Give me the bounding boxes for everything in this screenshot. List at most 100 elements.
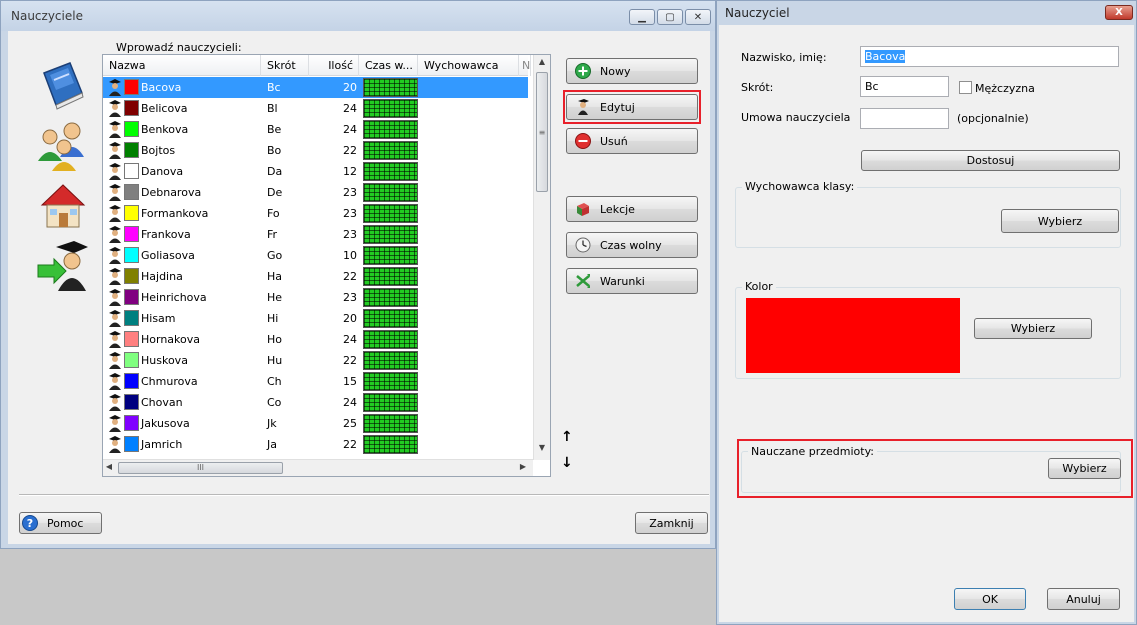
- teacher-name-cell: Formankova: [141, 207, 209, 220]
- teacher-name-cell: Hajdina: [141, 270, 183, 283]
- class-teacher-choose-button[interactable]: Wybierz: [1001, 209, 1119, 233]
- table-row[interactable]: Jakusova Jk 25: [103, 413, 528, 434]
- teacher-assign-icon[interactable]: [36, 239, 90, 293]
- table-row[interactable]: Bojtos Bo 22: [103, 140, 528, 161]
- teacher-icon: [109, 142, 121, 159]
- table-row[interactable]: Debnarova De 23: [103, 182, 528, 203]
- abbr-cell: Hi: [267, 312, 279, 325]
- scroll-up-icon[interactable]: ▲: [534, 57, 550, 66]
- teacher-icon: [109, 121, 121, 138]
- table-row[interactable]: Chmurova Ch 15: [103, 371, 528, 392]
- lessons-button[interactable]: Lekcje: [566, 196, 698, 222]
- table-row[interactable]: Bacova Bc 20: [103, 77, 528, 98]
- abbr-cell: Ha: [267, 270, 283, 283]
- time-grid-cell: [363, 204, 418, 223]
- customize-button[interactable]: Dostosuj: [861, 150, 1120, 171]
- abbr-field[interactable]: Bc: [860, 76, 949, 97]
- move-up-icon[interactable]: ↑: [561, 429, 573, 445]
- time-grid-cell: [363, 225, 418, 244]
- teacher-name-cell: Hisam: [141, 312, 176, 325]
- book-icon[interactable]: [36, 59, 90, 113]
- color-choose-button[interactable]: Wybierz: [974, 318, 1092, 339]
- column-header-abbr[interactable]: Skrót: [261, 55, 309, 76]
- dialog-close-button[interactable]: X: [1105, 5, 1133, 20]
- color-swatch: [124, 100, 139, 116]
- count-cell: 10: [343, 249, 357, 262]
- count-cell: 24: [343, 396, 357, 409]
- conditions-button[interactable]: Warunki: [566, 268, 698, 294]
- time-grid-cell: [363, 246, 418, 265]
- close-window-button[interactable]: Zamknij: [635, 512, 708, 534]
- time-grid-cell: [363, 99, 418, 118]
- plus-icon: [575, 63, 591, 79]
- teacher-name-cell: Bacova: [141, 81, 182, 94]
- ok-button[interactable]: OK: [954, 588, 1026, 610]
- male-checkbox[interactable]: [959, 81, 972, 94]
- scroll-left-icon[interactable]: ◀: [103, 462, 115, 471]
- teacher-icon: [109, 184, 121, 201]
- color-swatch: [124, 184, 139, 200]
- table-row[interactable]: Benkova Be 24: [103, 119, 528, 140]
- horizontal-scroll-thumb[interactable]: III: [118, 462, 283, 474]
- house-icon[interactable]: [36, 179, 90, 233]
- table-row[interactable]: Frankova Fr 23: [103, 224, 528, 245]
- time-grid-cell: [363, 78, 418, 97]
- table-row[interactable]: Danova Da 12: [103, 161, 528, 182]
- teacher-dialog: Nauczyciel X Nazwisko, imię: Bacova Skró…: [716, 0, 1137, 625]
- color-swatch: [124, 268, 139, 284]
- contract-field[interactable]: [860, 108, 949, 129]
- column-header-time[interactable]: Czas w...: [359, 55, 418, 76]
- color-group-title: Kolor: [742, 280, 776, 293]
- table-row[interactable]: Formankova Fo 23: [103, 203, 528, 224]
- scroll-right-icon[interactable]: ▶: [517, 462, 529, 471]
- maximize-button[interactable]: ▢: [657, 9, 683, 25]
- teachers-window: Nauczyciele ▁ ▢ ✕ Wprowadź nauczycieli: …: [0, 0, 716, 549]
- abbr-cell: Da: [267, 165, 283, 178]
- name-field[interactable]: Bacova: [860, 46, 1119, 67]
- close-window-button-label: Zamknij: [649, 516, 694, 530]
- table-row[interactable]: Hajdina Ha 22: [103, 266, 528, 287]
- abbr-cell: Ja: [267, 438, 277, 451]
- help-icon: ?: [22, 515, 38, 531]
- scroll-down-icon[interactable]: ▼: [534, 443, 550, 452]
- column-header-count[interactable]: Ilość: [309, 55, 359, 76]
- teacher-icon: [109, 163, 121, 180]
- free-time-button[interactable]: Czas wolny: [566, 232, 698, 258]
- count-cell: 22: [343, 144, 357, 157]
- column-header-name[interactable]: Nazwa: [103, 55, 261, 76]
- close-button[interactable]: ✕: [685, 9, 711, 25]
- vertical-scroll-thumb[interactable]: ≡: [536, 72, 548, 192]
- list-caption: Wprowadź nauczycieli:: [116, 41, 242, 54]
- people-icon[interactable]: [36, 119, 90, 173]
- table-row[interactable]: Jamrich Ja 22: [103, 434, 528, 455]
- table-header: Nazwa Skrót Ilość Czas w... Wychowawca N: [103, 55, 531, 76]
- subjects-choose-button[interactable]: Wybierz: [1048, 458, 1121, 479]
- table-row[interactable]: Hornakova Ho 24: [103, 329, 528, 350]
- teacher-name-cell: Goliasova: [141, 249, 195, 262]
- vertical-scrollbar[interactable]: ▲ ≡ ▼: [533, 55, 550, 460]
- delete-button[interactable]: Usuń: [566, 128, 698, 154]
- teacher-name-cell: Danova: [141, 165, 184, 178]
- cancel-button[interactable]: Anuluj: [1047, 588, 1120, 610]
- teacher-name-cell: Heinrichova: [141, 291, 207, 304]
- count-cell: 22: [343, 270, 357, 283]
- time-grid-cell: [363, 435, 418, 454]
- table-row[interactable]: Hisam Hi 20: [103, 308, 528, 329]
- table-row[interactable]: Goliasova Go 10: [103, 245, 528, 266]
- table-row[interactable]: Belicova Bl 24: [103, 98, 528, 119]
- new-button[interactable]: Nowy: [566, 58, 698, 84]
- color-swatch: [124, 121, 139, 137]
- table-row[interactable]: Chovan Co 24: [103, 392, 528, 413]
- count-cell: 24: [343, 102, 357, 115]
- help-button[interactable]: ? Pomoc: [19, 512, 102, 534]
- count-cell: 24: [343, 123, 357, 136]
- column-header-more[interactable]: N: [519, 55, 531, 76]
- column-header-class-teacher[interactable]: Wychowawca: [418, 55, 519, 76]
- teacher-name-cell: Huskova: [141, 354, 188, 367]
- table-row[interactable]: Heinrichova He 23: [103, 287, 528, 308]
- minimize-button[interactable]: ▁: [629, 9, 655, 25]
- table-row[interactable]: Huskova Hu 22: [103, 350, 528, 371]
- time-grid-cell: [363, 372, 418, 391]
- horizontal-scrollbar[interactable]: ◀ III ▶: [103, 459, 533, 476]
- move-down-icon[interactable]: ↓: [561, 455, 573, 471]
